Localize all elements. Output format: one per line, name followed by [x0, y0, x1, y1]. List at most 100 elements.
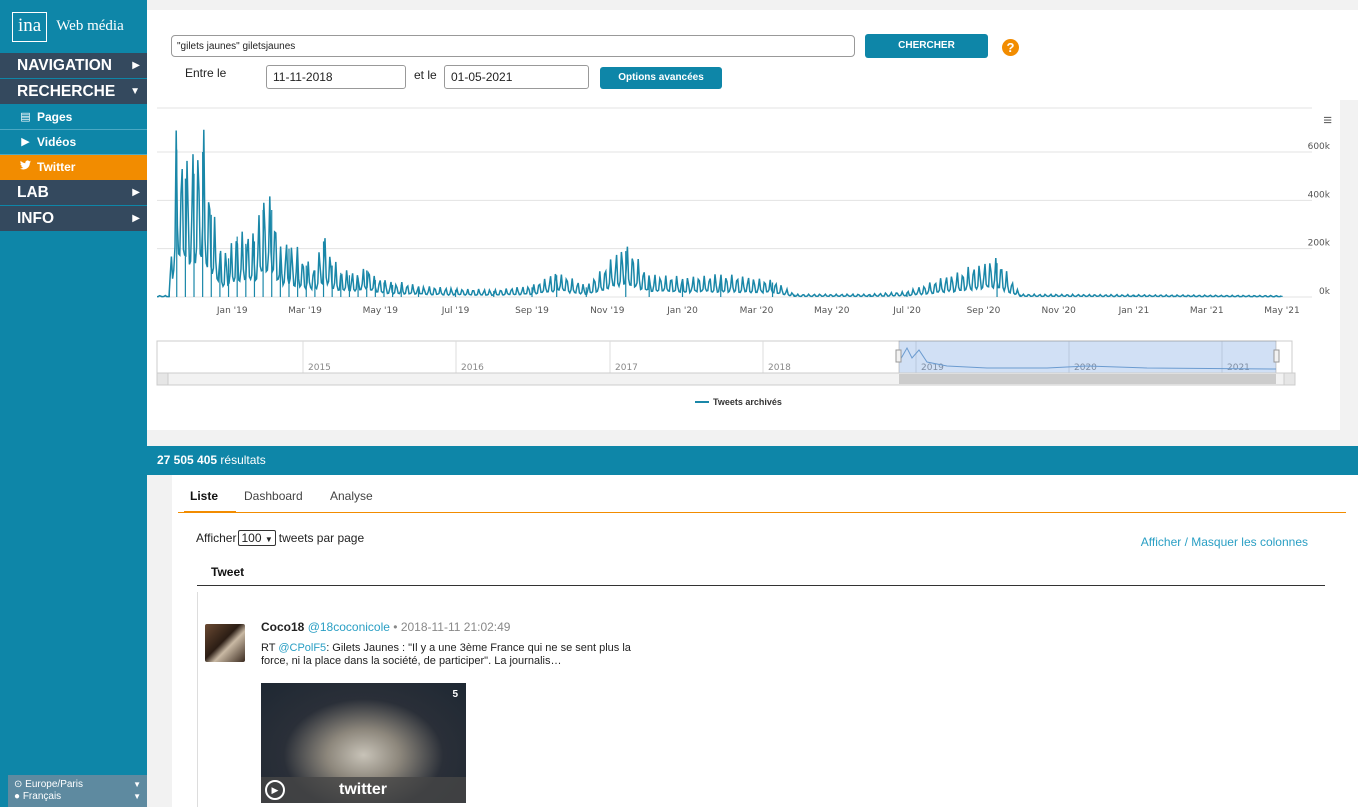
language-value: Français	[22, 791, 62, 802]
nav-sub-videos[interactable]: ▶ Vidéos	[0, 130, 147, 155]
caret-right-icon: ▶	[132, 60, 140, 71]
tab-liste[interactable]: Liste	[190, 489, 218, 503]
dropdown-icon: ▼	[133, 780, 141, 789]
navigator-tick-label: 2016	[461, 363, 484, 373]
view-tabs: Liste Dashboard Analyse	[178, 475, 1346, 513]
y-tick-label: 200k	[1308, 239, 1331, 249]
x-tick-label: May '20	[814, 306, 850, 316]
media-watermark: twitter	[339, 781, 387, 798]
navigator-tick-label: 2015	[308, 363, 331, 373]
chevron-down-icon: ▼	[264, 535, 273, 544]
header-divider	[197, 585, 1325, 586]
nav-navigation-label: NAVIGATION	[17, 57, 113, 74]
scrollbar-thumb	[899, 374, 1276, 384]
x-tick-label: Nov '20	[1042, 306, 1077, 316]
caret-right-icon: ▶	[132, 213, 140, 224]
nav-navigation[interactable]: NAVIGATION ▶	[0, 53, 147, 79]
tweet-date: 2018-11-11 21:02:49	[400, 620, 511, 634]
row-divider	[197, 592, 198, 807]
results-label: résultats	[220, 453, 266, 467]
navigator-tick-label: 2017	[615, 363, 638, 373]
app: ina Web média NAVIGATION ▶ RECHERCHE ▼ ▤…	[0, 0, 1358, 807]
scrollbar-right-button	[1283, 372, 1296, 386]
locale-panel: ⊙ Europe/Paris ▼ ● Français ▼	[8, 775, 147, 807]
ina-logo[interactable]: ina Web média	[0, 0, 147, 53]
advanced-options-button[interactable]: Options avancées	[600, 67, 722, 89]
tweet-mention[interactable]: @CPolF5	[278, 642, 326, 654]
toggle-columns-link[interactable]: Afficher / Masquer les colonnes	[1141, 535, 1308, 549]
per-page-value: 100	[241, 531, 262, 545]
twitter-icon	[19, 155, 32, 180]
nav-info-label: INFO	[17, 210, 55, 227]
per-page-control: Afficher 100 ▼ tweets par page	[196, 530, 364, 546]
x-tick-label: Mar '20	[740, 306, 774, 316]
avatar[interactable]	[205, 624, 245, 662]
tweet-author[interactable]: Coco18	[261, 620, 304, 634]
from-date-input[interactable]	[266, 65, 406, 89]
chart-legend[interactable]: Tweets archivés	[695, 397, 782, 407]
legend-label: Tweets archivés	[713, 397, 782, 407]
nav-recherche-label: RECHERCHE	[17, 83, 116, 100]
x-tick-label: Mar '21	[1190, 306, 1224, 316]
caret-right-icon: ▶	[132, 187, 140, 198]
to-date-input[interactable]	[444, 65, 589, 89]
x-tick-label: Jan '20	[666, 306, 698, 316]
y-tick-label: 600k	[1308, 142, 1331, 152]
nav-sub-twitter[interactable]: Twitter	[0, 155, 147, 180]
nav-sub-twitter-label: Twitter	[37, 159, 76, 174]
logo-text: Web média	[56, 18, 124, 34]
tweet-media[interactable]: 5 ▶ twitter	[261, 683, 466, 803]
sidebar: ina Web média NAVIGATION ▶ RECHERCHE ▼ ▤…	[0, 0, 147, 807]
from-date-label: Entre le	[185, 66, 227, 80]
search-input[interactable]	[171, 35, 855, 57]
nav-lab[interactable]: LAB ▶	[0, 180, 147, 206]
language-select[interactable]: ● Français ▼	[14, 791, 147, 803]
x-tick-label: Sep '20	[967, 306, 1001, 316]
tweet-handle[interactable]: @18coconicole	[308, 620, 390, 634]
channel-badge: 5	[452, 689, 458, 700]
per-page-label: Afficher	[196, 531, 237, 545]
help-icon[interactable]: ?	[1002, 39, 1019, 56]
nav-sub-videos-label: Vidéos	[37, 134, 77, 149]
results-count: 27 505 405	[157, 453, 218, 467]
tweet-meta: Coco18 @18coconicole • 2018-11-11 21:02:…	[261, 620, 510, 634]
tweet-separator: •	[393, 620, 398, 634]
chart-panel: 0k 200k 400k 600k Jan '19 Mar '19 May '19 Jul '…	[147, 100, 1340, 430]
search-button[interactable]: CHERCHER	[865, 34, 988, 58]
to-date-label: et le	[414, 68, 437, 82]
tweets-chart[interactable]: 0k 200k 400k 600k Jan '19 Mar '19 May '19 Jul '…	[147, 100, 1340, 400]
column-header-tweet[interactable]: Tweet	[211, 565, 244, 579]
logo-box: ina	[12, 11, 48, 42]
chart-menu-icon[interactable]: ≡	[1323, 112, 1332, 129]
x-tick-label: Jul '19	[441, 306, 470, 316]
timezone-value: Europe/Paris	[25, 779, 83, 790]
navigator-handle-left	[895, 349, 902, 363]
youtube-icon: ▶	[21, 135, 30, 148]
tweet-rt-prefix: RT	[261, 642, 276, 654]
per-page-select[interactable]: 100 ▼	[238, 530, 276, 546]
nav-info[interactable]: INFO ▶	[0, 206, 147, 232]
tab-analyse[interactable]: Analyse	[330, 489, 373, 503]
scrollbar-left-button	[156, 372, 169, 386]
caret-down-icon: ▼	[130, 86, 140, 97]
x-tick-label: Sep '19	[515, 306, 549, 316]
navigator-tick-label: 2018	[768, 363, 791, 373]
x-tick-label: May '19	[363, 306, 399, 316]
dropdown-icon: ▼	[133, 792, 141, 801]
y-tick-label: 400k	[1308, 190, 1331, 200]
navigator-handle-right	[1273, 349, 1280, 363]
search-panel: CHERCHER ? Entre le et le Options avancé…	[147, 10, 1358, 100]
legend-swatch	[695, 401, 709, 403]
x-tick-label: Jul '20	[892, 306, 921, 316]
newspaper-icon: ▤	[20, 110, 31, 123]
tweet-text: RT @CPolF5: Gilets Jaunes : "Il y a une …	[261, 642, 661, 668]
timezone-select[interactable]: ⊙ Europe/Paris ▼	[14, 779, 147, 791]
nav-lab-label: LAB	[17, 184, 49, 201]
clock-icon: ⊙	[14, 779, 23, 790]
x-tick-label: Nov '19	[590, 306, 625, 316]
play-icon[interactable]: ▶	[265, 780, 285, 800]
nav-sub-pages[interactable]: ▤ Pages	[0, 105, 147, 130]
x-tick-label: Jan '19	[216, 306, 248, 316]
tab-dashboard[interactable]: Dashboard	[244, 489, 303, 503]
nav-recherche[interactable]: RECHERCHE ▼	[0, 79, 147, 105]
